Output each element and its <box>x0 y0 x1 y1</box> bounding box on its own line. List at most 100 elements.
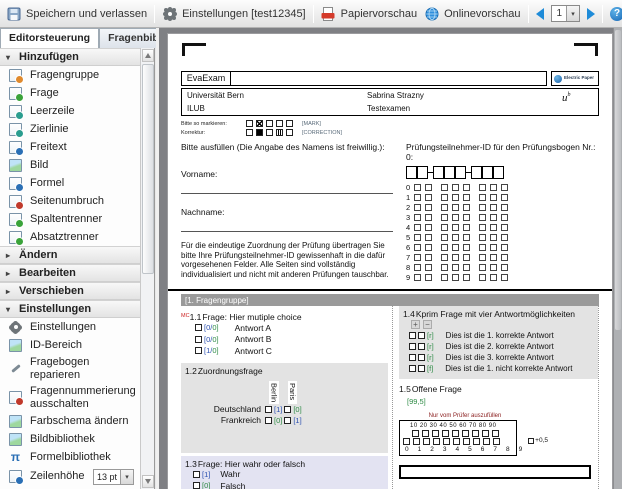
id-grid-digit: 4 <box>406 223 414 232</box>
grader-note: Nur vom Prüfer auszufüllen <box>409 413 521 419</box>
exam-name: Testexamen <box>367 104 410 113</box>
pdf-icon <box>321 6 336 21</box>
paper-preview-button[interactable]: Papiervorschau <box>321 6 417 21</box>
id-checkbox <box>463 234 470 241</box>
id-area-icon <box>9 339 22 352</box>
example-checkbox <box>266 120 273 127</box>
id-grid-digit: 6 <box>406 243 414 252</box>
id-checkbox <box>452 194 459 201</box>
chevron-right-icon <box>6 287 14 296</box>
id-grid-digit: 3 <box>406 213 414 222</box>
answer-row: [0/0]Antwort A <box>181 322 388 334</box>
sidebar-item-id-bereich[interactable]: ID-Bereich <box>0 336 140 354</box>
sidebar-item-frage[interactable]: Frage <box>0 84 140 102</box>
numbering-off-icon <box>9 391 22 404</box>
preview-scrollbar[interactable] <box>613 28 622 489</box>
last-name-line <box>181 231 393 232</box>
tab-editorsteuerung[interactable]: Editorsteuerung <box>0 28 99 48</box>
ones-scale: 0 1 2 3 4 5 6 7 8 9 <box>403 446 513 453</box>
id-checkbox <box>452 184 459 191</box>
example-checkbox <box>246 120 253 127</box>
id-checkbox <box>501 194 508 201</box>
id-grid-row: 4 <box>406 222 599 232</box>
question-1-1[interactable]: MC1.1Frage: Hier mutiple choice [0/0]Ant… <box>181 312 388 357</box>
sidebar-item-farbschema[interactable]: Farbschema ändern <box>0 413 140 431</box>
id-checkbox <box>463 244 470 251</box>
section-hinzufuegen[interactable]: Hinzufügen <box>0 48 140 66</box>
line-height-select[interactable]: 13 pt <box>93 469 134 485</box>
id-checkbox <box>490 224 497 231</box>
sidebar-item-formelbibliothek[interactable]: Formelbibliothek <box>0 449 140 467</box>
chevron-down-icon <box>6 305 14 314</box>
previous-page-button[interactable] <box>536 8 544 20</box>
fill-note: Bitte ausfüllen (Die Angabe des Namens i… <box>181 142 393 162</box>
registration-mark-icon <box>574 43 598 56</box>
kprim-minus-icon: − <box>423 320 432 329</box>
sidebar-item-zierlinie[interactable]: Zierlinie <box>0 120 140 138</box>
scroll-up-icon[interactable] <box>142 49 154 62</box>
formula-icon <box>9 177 22 190</box>
sidebar-scrollbar[interactable] <box>140 48 154 489</box>
answer-row: [1/0]Antwort C <box>181 345 388 357</box>
sidebar-item-leerzeile[interactable]: Leerzeile <box>0 102 140 120</box>
id-grid-digit: 8 <box>406 263 414 272</box>
sidebar-item-fragebogen-reparieren[interactable]: Fragebogen reparieren <box>0 354 140 383</box>
chevron-down-icon[interactable] <box>566 6 579 21</box>
id-checkbox <box>452 204 459 211</box>
sidebar-item-fragengruppe[interactable]: Fragengruppe <box>0 66 140 84</box>
grade-checkbox <box>453 438 460 445</box>
sidebar-item-fragennummerierung[interactable]: Fragennummerierung ausschalten <box>0 383 140 412</box>
sidebar-item-bild[interactable]: Bild <box>0 156 140 174</box>
section-einstellungen[interactable]: Einstellungen <box>0 300 140 318</box>
question-1-2[interactable]: 1.2Zuordnungsfrage Berlin Paris Deutschl… <box>181 363 388 453</box>
id-checkbox <box>425 234 432 241</box>
answer-row: [0]Falsch <box>185 480 384 489</box>
id-grid-row: 1 <box>406 192 599 202</box>
sidebar-item-absatztrenner[interactable]: Absatztrenner <box>0 228 140 246</box>
sidebar-tabs: Editorsteuerung Fragenbibliothek <box>0 28 154 48</box>
sidebar-item-seitenumbruch[interactable]: Seitenumbruch <box>0 192 140 210</box>
color-scheme-icon <box>9 415 22 428</box>
preview-scrollbar-thumb[interactable] <box>615 30 621 330</box>
id-grid-digit: 9 <box>406 273 414 282</box>
id-checkbox <box>441 264 448 271</box>
next-page-button[interactable] <box>587 8 595 20</box>
question-1-3[interactable]: 1.3Frage: Hier wahr oder falsch [1]Wahr … <box>181 456 388 489</box>
answer-checkbox <box>193 471 200 478</box>
save-and-exit-button[interactable]: Speichern und verlassen <box>6 6 147 21</box>
id-checkbox <box>479 224 486 231</box>
header-blank-box <box>231 71 547 86</box>
id-checkbox <box>501 224 508 231</box>
help-button[interactable]: Hilfe <box>610 7 622 21</box>
id-checkbox <box>425 244 432 251</box>
sidebar-item-freitext[interactable]: Freitext <box>0 138 140 156</box>
answer-row: [r]Dies ist die 3. korrekte Antwort <box>403 352 594 363</box>
participant-id-area: 0123456789 <box>393 163 599 282</box>
sidebar-item-spaltentrenner[interactable]: Spaltentrenner <box>0 210 140 228</box>
id-checkbox <box>441 194 448 201</box>
grade-checkbox <box>432 430 439 437</box>
id-checkbox <box>501 264 508 271</box>
chevron-down-icon[interactable] <box>120 470 133 484</box>
section-aendern[interactable]: Ändern <box>0 246 140 264</box>
section-bearbeiten[interactable]: Bearbeiten <box>0 264 140 282</box>
sidebar-item-einstellungen[interactable]: Einstellungen <box>0 318 140 336</box>
question-1-5[interactable]: 1.5Offene Frage [99,5] Nur vom Prüfer au… <box>399 384 598 479</box>
question-1-4[interactable]: 1.4Kprim Frage mit vier Antwortmöglichke… <box>399 306 598 379</box>
page-select[interactable]: 1 <box>551 5 581 22</box>
answer-checkbox <box>418 365 425 372</box>
answer-row: [f]Dies ist die 1. nicht korrekte Antwor… <box>403 363 594 374</box>
id-checkbox <box>425 264 432 271</box>
question-group-header[interactable]: [1. Fragengruppe] <box>181 294 599 306</box>
online-preview-button[interactable]: Onlinevorschau <box>424 6 520 21</box>
id-checkbox <box>414 264 421 271</box>
example-checkbox <box>246 129 253 136</box>
exam-settings-button[interactable]: Einstellungen [test12345] <box>162 6 306 21</box>
scroll-down-icon[interactable] <box>142 475 154 488</box>
sidebar-scrollbar-thumb[interactable] <box>142 64 154 274</box>
sidebar-item-bildbibliothek[interactable]: Bildbibliothek <box>0 431 140 449</box>
id-checkbox <box>501 254 508 261</box>
section-verschieben[interactable]: Verschieben <box>0 282 140 300</box>
sidebar-item-formel[interactable]: Formel <box>0 174 140 192</box>
id-checkbox <box>441 224 448 231</box>
